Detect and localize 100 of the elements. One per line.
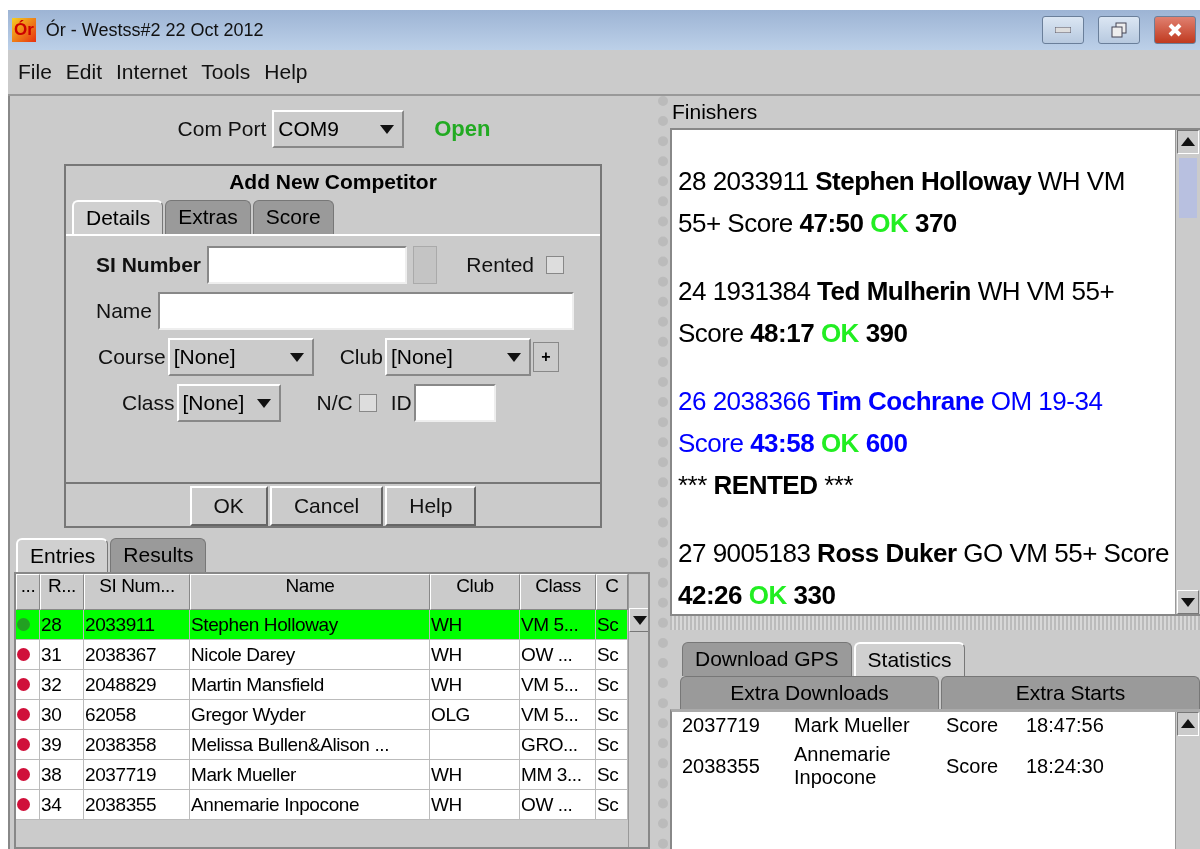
column-header[interactable]: Club xyxy=(430,574,520,610)
menu-item[interactable]: Tools xyxy=(201,60,251,84)
table-cell: OLG xyxy=(430,700,520,730)
table-cell: 2038358 xyxy=(84,730,190,760)
table-cell: Sc xyxy=(596,640,628,670)
table-cell-text: 2037719 xyxy=(682,714,761,737)
scrollbar[interactable] xyxy=(1175,130,1200,614)
table-cell: 38 xyxy=(40,760,84,790)
app-logo: Ór xyxy=(12,18,36,42)
close-icon xyxy=(1168,23,1182,37)
table-cell: Martin Mansfield xyxy=(190,670,430,700)
close-button[interactable] xyxy=(1154,16,1196,44)
si-number-field[interactable] xyxy=(207,246,408,284)
nc-label: N/C xyxy=(316,391,353,415)
caret-icon xyxy=(289,352,304,362)
table-cell: 2048829 xyxy=(84,670,190,700)
column-header[interactable]: SI Num... xyxy=(84,574,190,610)
caret-icon xyxy=(380,124,395,134)
table-cell-text: 18:47:56 xyxy=(1026,714,1105,737)
course-label: Course xyxy=(98,345,166,369)
dialog-button[interactable]: OK xyxy=(189,486,268,526)
scrollbar[interactable] xyxy=(628,574,648,847)
tab[interactable]: Download GPS xyxy=(682,642,852,676)
club-label: Club xyxy=(339,345,383,369)
table-cell: Melissa Bullen&Alison ... xyxy=(190,730,430,760)
finisher-entry: 24 1931384 Ted Mulherin WH VM 55+ Score 48:17 OK 390 xyxy=(678,275,1116,350)
table-cell: WH xyxy=(430,790,520,820)
table-cell: VM 5... xyxy=(520,700,596,730)
caret-icon xyxy=(256,398,271,408)
nc-checkbox[interactable] xyxy=(358,394,377,412)
table-cell: Sc xyxy=(596,610,628,640)
restore-button[interactable] xyxy=(1098,16,1140,44)
field-side-button[interactable] xyxy=(413,246,438,284)
caret-icon xyxy=(506,352,521,362)
table-cell: 2033911 xyxy=(84,610,190,640)
table-cell: Annemarie Inpocone xyxy=(190,790,430,820)
column-header[interactable]: Class xyxy=(520,574,596,610)
table-cell: Sc xyxy=(596,700,628,730)
dialog-button[interactable]: Cancel xyxy=(269,486,384,526)
table-cell: Stephen Holloway xyxy=(190,610,430,640)
club-dropdown[interactable]: [None] xyxy=(384,338,531,376)
com-port-dropdown[interactable]: COM9 xyxy=(272,110,405,148)
restore-icon xyxy=(1111,22,1127,38)
table-cell-text: Mark Mueller xyxy=(794,714,911,737)
table-cell: OW ... xyxy=(520,790,596,820)
menu-item[interactable]: Internet xyxy=(116,60,188,84)
menu-item[interactable]: Help xyxy=(264,60,308,84)
menu-item[interactable]: Edit xyxy=(65,60,103,84)
table-cell-text: Score xyxy=(946,754,1000,778)
table-cell: Sc xyxy=(596,790,628,820)
table-cell: 32 xyxy=(40,670,84,700)
tab[interactable]: Details xyxy=(72,200,164,234)
table-cell: 2037719 xyxy=(84,760,190,790)
panel-title: Add New Competitor xyxy=(228,169,438,195)
table-cell: WH xyxy=(430,610,520,640)
class-label: Class xyxy=(122,391,175,415)
tab[interactable]: Extra Downloads xyxy=(680,676,939,709)
port-status: Open xyxy=(434,116,491,142)
course-dropdown[interactable]: [None] xyxy=(167,338,314,376)
minimize-button[interactable] xyxy=(1042,16,1084,44)
caret-icon xyxy=(1181,137,1195,147)
column-header[interactable]: C xyxy=(596,574,628,610)
table-cell: VM 5... xyxy=(520,610,596,640)
tab[interactable]: Extras xyxy=(165,200,251,234)
table-cell: GRO... xyxy=(520,730,596,760)
scrollbar[interactable] xyxy=(1175,712,1200,849)
table-cell: 31 xyxy=(40,640,84,670)
si-number-label: SI Number xyxy=(96,253,202,277)
rented-label: Rented xyxy=(466,253,534,277)
id-label: ID xyxy=(390,391,412,415)
table-cell: MM 3... xyxy=(520,760,596,790)
column-header[interactable]: R... xyxy=(40,574,84,610)
tab[interactable]: Statistics xyxy=(853,642,965,676)
tab[interactable]: Extra Starts xyxy=(941,676,1200,709)
table-cell: 30 xyxy=(40,700,84,730)
add-club-button[interactable]: + xyxy=(532,342,559,372)
table-cell-text: 18:24:30 xyxy=(1026,754,1105,778)
rented-note: *** RENTED *** xyxy=(678,469,855,502)
table-cell: WH xyxy=(430,640,520,670)
table-cell: Sc xyxy=(596,730,628,760)
column-header[interactable]: ... xyxy=(16,574,40,610)
tab[interactable]: Results xyxy=(110,538,207,572)
table-cell: 34 xyxy=(40,790,84,820)
table-cell: Nicole Darey xyxy=(190,640,430,670)
table-cell-text: Annemarie Inpocone xyxy=(794,743,892,789)
table-cell: Mark Mueller xyxy=(190,760,430,790)
com-port-label: Com Port xyxy=(177,117,267,141)
name-field[interactable] xyxy=(158,292,575,330)
tab[interactable]: Score xyxy=(252,200,334,234)
class-dropdown[interactable]: [None] xyxy=(176,384,281,422)
splitter[interactable] xyxy=(670,614,1200,630)
dialog-button[interactable]: Help xyxy=(385,486,477,526)
tab[interactable]: Entries xyxy=(16,538,109,572)
menu-item[interactable]: File xyxy=(18,60,52,84)
id-field[interactable] xyxy=(413,384,496,422)
column-header[interactable]: Name xyxy=(190,574,430,610)
table-cell: Gregor Wyder xyxy=(190,700,430,730)
table-cell: 2038367 xyxy=(84,640,190,670)
caret-icon xyxy=(633,615,647,625)
rented-checkbox[interactable] xyxy=(546,256,564,274)
